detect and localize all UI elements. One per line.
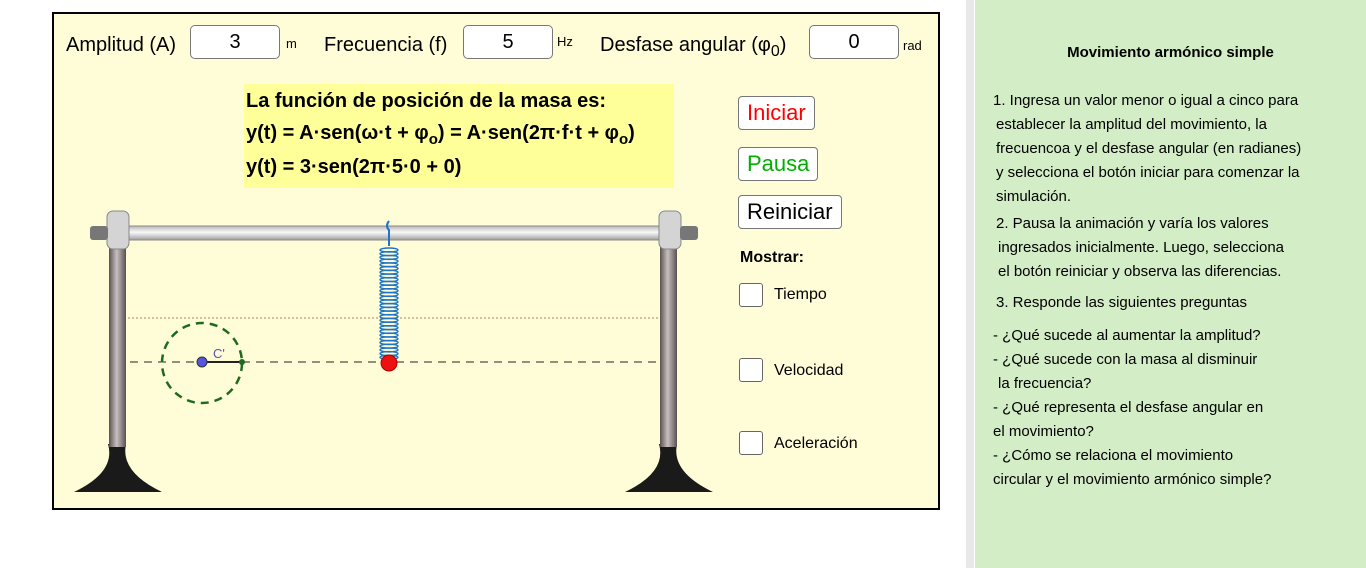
question-line: circular y el movimiento armónico simple…	[993, 471, 1272, 488]
instruction-line: y selecciona el botón iniciar para comen…	[996, 164, 1300, 181]
right-pole	[660, 229, 677, 447]
panel-divider[interactable]	[966, 0, 974, 568]
question-line: - ¿Qué representa el desfase angular en	[993, 399, 1264, 416]
spring	[379, 220, 399, 360]
question-line: la frecuencia?	[998, 375, 1092, 392]
instruction-line: frecuencoa y el desfase angular (en radi…	[996, 140, 1302, 157]
instruction-line: 1. Ingresa un valor menor o igual a cinc…	[993, 92, 1299, 109]
instruction-line: el botón reiniciar y observa las diferen…	[998, 263, 1282, 280]
instruction-line: 2. Pausa la animación y varía los valore…	[996, 215, 1269, 232]
left-pole	[109, 229, 126, 447]
rotating-point	[239, 359, 245, 365]
question-line: - ¿Qué sucede con la masa al disminuir	[993, 351, 1258, 368]
center-point	[196, 356, 208, 368]
simulation-applet: Amplitud (A) m Frecuencia (f) Hz Desfase…	[52, 12, 940, 510]
right-knob	[680, 226, 698, 240]
left-knob	[90, 226, 108, 240]
left-stand-base	[74, 444, 162, 492]
mass[interactable]	[380, 354, 398, 372]
instruction-line: ingresados inicialmente. Luego, seleccio…	[998, 239, 1285, 256]
instructions-panel: Movimiento armónico simple 1. Ingresa un…	[975, 0, 1366, 568]
question-line: el movimiento?	[993, 423, 1094, 440]
instruction-line: simulación.	[996, 188, 1072, 205]
apparatus-drawing: C'	[74, 210, 713, 492]
horizontal-bar	[118, 225, 670, 241]
instruction-line: 3. Responde las siguientes preguntas	[996, 294, 1248, 311]
right-stand-base	[625, 444, 713, 492]
question-line: - ¿Qué sucede al aumentar la amplitud?	[993, 327, 1261, 344]
left-clamp	[106, 210, 130, 250]
panel-title: Movimiento armónico simple	[1067, 44, 1274, 61]
question-line: - ¿Cómo se relaciona el movimiento	[993, 447, 1234, 464]
right-clamp	[658, 210, 682, 250]
point-label: C'	[213, 346, 225, 361]
instruction-line: establecer la amplitud del movimiento, l…	[996, 116, 1267, 133]
